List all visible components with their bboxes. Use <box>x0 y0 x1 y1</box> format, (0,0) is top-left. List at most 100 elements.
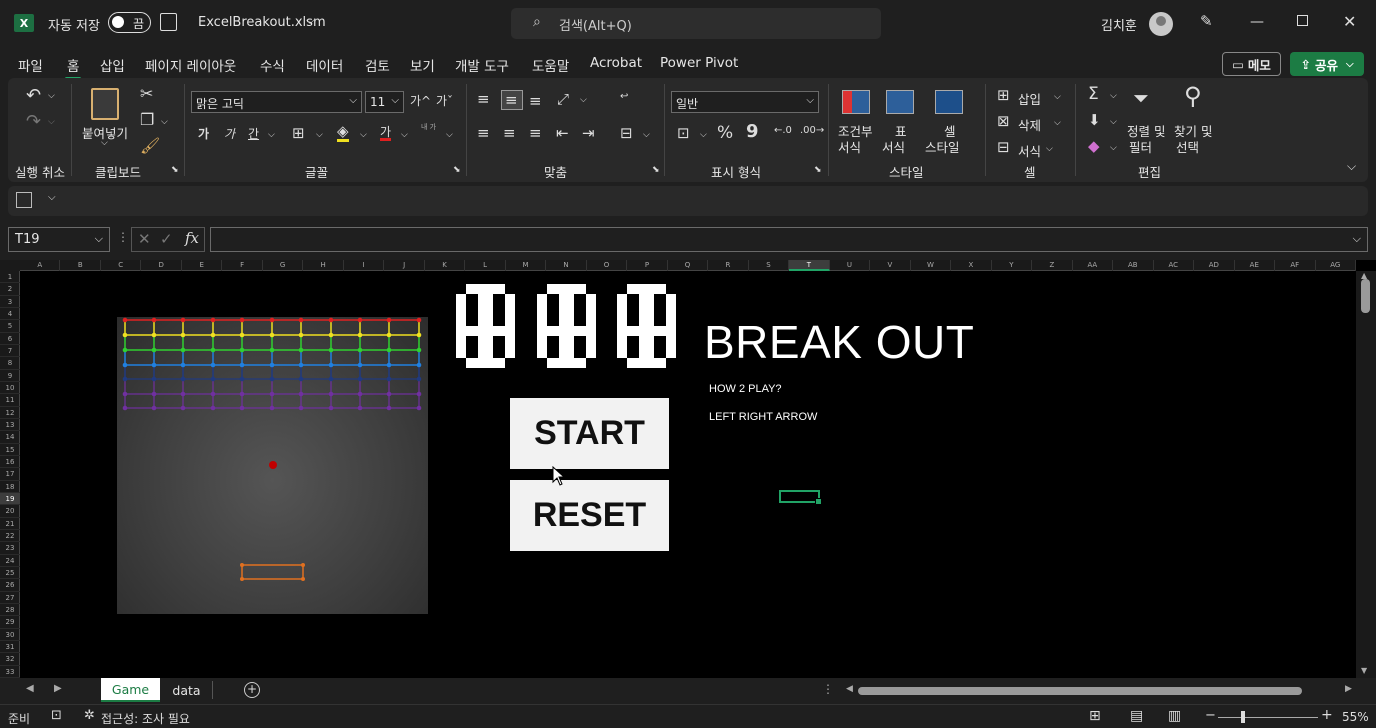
column-header-af[interactable]: AF <box>1275 260 1316 271</box>
row-header-3[interactable]: 3 <box>0 296 20 308</box>
font-name-select[interactable]: 맑은 고딕 ⌵ <box>191 91 362 113</box>
column-header-q[interactable]: Q <box>668 260 709 271</box>
start-button[interactable]: START <box>510 398 669 469</box>
chevron-down-icon[interactable]: ⌵ <box>1054 119 1061 128</box>
reset-button[interactable]: RESET <box>510 480 669 551</box>
row-header-20[interactable]: 20 <box>0 505 20 518</box>
user-name[interactable]: 김치훈 <box>1101 15 1137 34</box>
row-header-28[interactable]: 28 <box>0 604 20 617</box>
row-header-14[interactable]: 14 <box>0 431 20 444</box>
share-button[interactable]: ⇪ 공유 ⌵ <box>1290 52 1364 76</box>
row-header-31[interactable]: 31 <box>0 641 20 654</box>
column-header-ab[interactable]: AB <box>1113 260 1154 271</box>
row-header-18[interactable]: 18 <box>0 481 20 493</box>
row-header-30[interactable]: 30 <box>0 629 20 641</box>
row-header-12[interactable]: 12 <box>0 407 20 419</box>
increase-font-icon[interactable]: 가^ <box>410 95 431 107</box>
row-header-11[interactable]: 11 <box>0 394 20 407</box>
scroll-right-icon[interactable]: ▶ <box>1345 685 1352 694</box>
column-header-j[interactable]: J <box>384 260 425 271</box>
column-header-l[interactable]: L <box>465 260 506 271</box>
collapse-ribbon-icon[interactable]: ⌵ <box>1347 160 1356 172</box>
row-header-1[interactable]: 1 <box>0 271 20 284</box>
row-header-5[interactable]: 5 <box>0 320 20 333</box>
chevron-down-icon[interactable]: ⌵ <box>306 14 314 28</box>
table-format-label-2[interactable]: 서식 <box>882 137 905 156</box>
delete-label[interactable]: 삭제 <box>1018 115 1041 134</box>
italic-icon[interactable]: 가 <box>224 128 235 140</box>
customize-qat-icon[interactable]: ⌵ <box>48 193 56 203</box>
format-table-icon[interactable] <box>886 90 914 114</box>
chevron-down-icon[interactable]: ⌵ <box>360 131 367 140</box>
format-label[interactable]: 서식 <box>1018 141 1041 160</box>
sheet-tab-data[interactable]: data <box>164 678 209 702</box>
currency-icon[interactable]: ⊡ <box>677 126 690 141</box>
row-header-29[interactable]: 29 <box>0 616 20 629</box>
row-header-32[interactable]: 32 <box>0 653 20 666</box>
zoom-level[interactable]: 55% <box>1342 710 1369 724</box>
fill-icon[interactable]: ⬇ <box>1088 113 1101 128</box>
row-header-24[interactable]: 24 <box>0 555 20 567</box>
column-header-z[interactable]: Z <box>1032 260 1073 271</box>
macro-record-icon[interactable]: ⊡ <box>51 709 62 722</box>
autosum-icon[interactable]: Σ <box>1088 86 1099 103</box>
zoom-slider-track[interactable] <box>1218 717 1318 718</box>
column-header-s[interactable]: S <box>749 260 790 271</box>
percent-icon[interactable]: % <box>717 125 733 142</box>
chevron-down-icon[interactable]: ⌵ <box>1110 92 1117 101</box>
row-header-25[interactable]: 25 <box>0 567 20 580</box>
dialog-launcher-icon[interactable]: ⬊ <box>814 166 822 175</box>
name-box[interactable]: T19 ⌵ <box>8 227 110 252</box>
undo-icon[interactable]: ↶ <box>26 87 41 105</box>
row-header-33[interactable]: 33 <box>0 666 20 678</box>
tab-insert[interactable]: 삽입 <box>100 55 125 75</box>
page-layout-icon[interactable]: ▤ <box>1130 709 1143 723</box>
underline-icon[interactable]: 간 <box>248 128 259 140</box>
tab-help[interactable]: 도움말 <box>532 55 569 75</box>
row-header-10[interactable]: 10 <box>0 382 20 395</box>
column-header-w[interactable]: W <box>911 260 952 271</box>
form-icon[interactable] <box>16 192 32 208</box>
column-header-c[interactable]: C <box>101 260 142 271</box>
scroll-thumb[interactable] <box>1361 279 1370 313</box>
chevron-down-icon[interactable]: ⌵ <box>268 131 275 140</box>
pen-icon[interactable]: ✎ <box>1200 12 1213 30</box>
align-top-icon[interactable]: ≡ <box>477 92 490 107</box>
column-header-g[interactable]: G <box>263 260 304 271</box>
zoom-in-icon[interactable]: + <box>1321 708 1333 722</box>
accessibility-icon[interactable]: ✲ <box>84 709 95 722</box>
find-label-2[interactable]: 선택 <box>1176 137 1199 156</box>
decrease-font-icon[interactable]: 가ˇ <box>436 95 453 107</box>
row-header-4[interactable]: 4 <box>0 308 20 321</box>
horizontal-scroll-thumb[interactable] <box>858 687 1302 695</box>
align-bottom-icon[interactable]: ≡ <box>529 94 542 109</box>
more-icon[interactable]: ⋮ <box>117 231 129 243</box>
fill-color-icon[interactable]: ◈ <box>337 124 349 142</box>
row-header-6[interactable]: 6 <box>0 333 20 345</box>
next-sheet-icon[interactable]: ▶ <box>54 684 62 694</box>
sort-label-2[interactable]: 필터 <box>1129 137 1152 156</box>
column-header-o[interactable]: O <box>587 260 628 271</box>
delete-cells-icon[interactable]: ⊠ <box>997 114 1010 129</box>
column-header-b[interactable]: B <box>60 260 101 271</box>
column-header-h[interactable]: H <box>303 260 344 271</box>
column-header-ag[interactable]: AG <box>1316 260 1356 271</box>
chevron-down-icon[interactable]: ⌵ <box>48 118 55 127</box>
add-sheet-icon[interactable]: + <box>244 682 260 698</box>
tab-view[interactable]: 보기 <box>410 55 435 75</box>
insert-function-icon[interactable]: fx <box>185 231 199 246</box>
chevron-down-icon[interactable]: ⌵ <box>401 131 408 140</box>
paste-icon[interactable] <box>91 88 119 120</box>
clear-icon[interactable]: ◆ <box>1088 139 1100 154</box>
row-header-26[interactable]: 26 <box>0 579 20 592</box>
bold-icon[interactable]: 가 <box>198 128 209 140</box>
tab-data[interactable]: 데이터 <box>306 55 343 75</box>
chevron-down-icon[interactable]: ⌵ <box>1054 93 1061 102</box>
font-color-icon[interactable]: 가 <box>380 126 392 141</box>
row-header-15[interactable]: 15 <box>0 444 20 456</box>
restore-icon[interactable] <box>1297 15 1308 26</box>
column-header-u[interactable]: U <box>830 260 871 271</box>
scroll-down-icon[interactable]: ▼ <box>1361 666 1367 675</box>
merge-center-icon[interactable]: ⊟ <box>620 126 633 141</box>
font-size-select[interactable]: 11 ⌵ <box>365 91 404 113</box>
